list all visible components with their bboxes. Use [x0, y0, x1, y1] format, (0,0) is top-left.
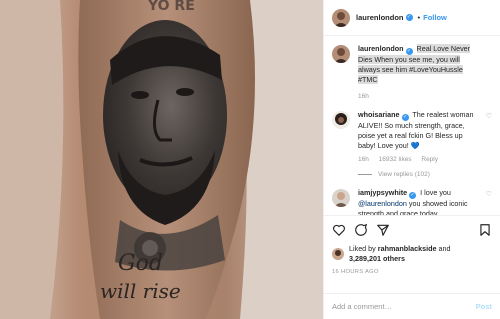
heart-icon[interactable] [332, 223, 346, 237]
avatar[interactable] [332, 8, 350, 27]
header-separator: • [417, 13, 421, 22]
tattoo-photo-illustration: God will rise YO RE [0, 0, 323, 319]
post-comment-button[interactable]: Post [476, 302, 492, 311]
replies-divider [358, 174, 372, 175]
liker-avatar[interactable] [332, 248, 344, 260]
comment-avatar[interactable] [332, 111, 350, 129]
comment-like-icon[interactable]: ♡ [486, 190, 492, 198]
comment-avatar-image [332, 189, 350, 207]
comment-time[interactable]: 16h [358, 156, 369, 163]
reply-button[interactable]: Reply [421, 156, 438, 163]
action-icons [332, 222, 492, 238]
comment-like-icon[interactable]: ♡ [486, 112, 492, 120]
post-photo[interactable]: God will rise YO RE [0, 0, 323, 319]
header-username[interactable]: laurenlondon [356, 13, 404, 22]
view-replies-button[interactable]: View replies (102) [358, 171, 492, 178]
post-actions: Liked by rahmanblackside and 3,289,201 o… [324, 215, 500, 319]
comment-body: iamjypsywhite ✓ I love you @laurenlondon … [358, 188, 492, 215]
tattoo-top-text: YO RE [147, 0, 195, 14]
comment-icon[interactable] [354, 223, 368, 237]
comment-meta: 16h 16932 likes Reply [358, 155, 480, 165]
add-comment-input[interactable] [332, 302, 476, 311]
follow-button[interactable]: Follow [423, 13, 447, 22]
liked-by-conj: and [438, 244, 451, 253]
caption-time[interactable]: 16h [358, 93, 369, 100]
comment-body: whoisariane ✓ The realest woman ALIVE!! S… [358, 110, 492, 165]
comments-list: laurenlondon ✓ Real Love Never Dies When … [324, 36, 500, 215]
liked-by-user[interactable]: rahmanblackside [378, 244, 437, 253]
liker-avatar-image [332, 248, 344, 260]
tattoo-script-god: God [118, 251, 163, 276]
likes-count[interactable]: 3,289,201 others [349, 254, 405, 263]
verified-icon: ✓ [401, 114, 409, 121]
comment-row: iamjypsywhite ✓ I love you @laurenlondon … [332, 188, 492, 215]
comment-avatar[interactable] [332, 189, 350, 207]
liked-by-prefix: Liked by [349, 244, 376, 253]
comment-mention-link[interactable]: @laurenlondon [358, 199, 407, 208]
comment-username[interactable]: whoisariane [358, 110, 400, 119]
avatar-image [332, 8, 350, 27]
comment-row: whoisariane ✓ The realest woman ALIVE!! S… [332, 110, 492, 165]
instagram-post: God will rise YO RE laurenlondon ✓ • Fol… [0, 0, 500, 319]
post-side-panel: laurenlondon ✓ • Follow laurenlondon ✓ Re… [323, 0, 500, 319]
caption-avatar[interactable] [332, 45, 350, 63]
tattoo-script-will-rise: will rise [100, 279, 181, 303]
likes-summary: Liked by rahmanblackside and 3,289,201 o… [332, 244, 492, 264]
caption-meta: 16h [358, 92, 480, 102]
post-header: laurenlondon ✓ • Follow [324, 0, 500, 36]
caption-avatar-image [332, 45, 350, 63]
caption-row: laurenlondon ✓ Real Love Never Dies When … [332, 44, 492, 102]
blue-heart-emoji: 💙 [410, 141, 420, 150]
view-replies-label: View replies (102) [378, 171, 430, 178]
comment-text-before: I love you [420, 188, 451, 197]
comment-avatar-image [332, 111, 350, 129]
comment-username[interactable]: iamjypsywhite [358, 188, 407, 197]
bookmark-icon[interactable] [478, 223, 492, 237]
verified-icon: ✓ [405, 14, 413, 21]
likes-text: Liked by rahmanblackside and 3,289,201 o… [349, 244, 451, 264]
share-icon[interactable] [376, 223, 390, 237]
verified-icon: ✓ [409, 192, 417, 199]
caption-username[interactable]: laurenlondon [358, 44, 404, 53]
verified-icon: ✓ [405, 48, 413, 55]
add-comment-bar: Post [324, 293, 500, 319]
caption-body: laurenlondon ✓ Real Love Never Dies When … [358, 44, 492, 102]
post-timestamp[interactable]: 16 HOURS AGO [332, 269, 492, 275]
comment-likes[interactable]: 16932 likes [379, 156, 412, 163]
